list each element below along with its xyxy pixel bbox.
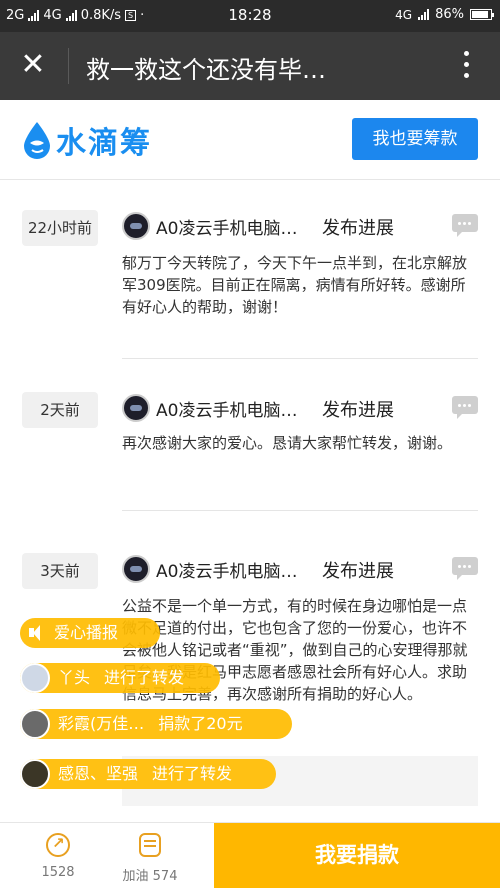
- action-label: 发布进展: [322, 561, 394, 582]
- user-name[interactable]: A0凌云手机电脑…: [156, 214, 297, 239]
- action-label: 发布进展: [322, 218, 394, 239]
- avatar: [20, 663, 50, 693]
- logo: 水滴筹: [22, 118, 152, 162]
- title-bar: ✕ 救一救这个还没有毕…: [0, 32, 500, 100]
- cheer-label: 加油 574: [122, 869, 178, 884]
- broadcast-item: 丫头 进行了转发: [20, 663, 220, 693]
- avatar: [20, 709, 50, 739]
- fist-icon: [139, 833, 161, 857]
- update-text: 郁万丁今天转院了，今天下午一点半到，在北京解放军309医院。目前正在隔离，病情有…: [122, 254, 468, 316]
- comment-icon[interactable]: [452, 214, 478, 237]
- avatar[interactable]: [122, 555, 150, 583]
- user-name[interactable]: A0凌云手机电脑…: [156, 396, 297, 421]
- avatar: [20, 759, 50, 789]
- time-badge: 2天前: [22, 392, 98, 428]
- app-header: 水滴筹 我也要筹款: [0, 100, 500, 180]
- share-icon: [46, 833, 70, 857]
- broadcast-item: 感恩、坚强 进行了转发: [20, 759, 276, 789]
- share-count: 1528: [41, 865, 75, 880]
- brand-name: 水滴筹: [56, 126, 152, 161]
- start-fundraising-button[interactable]: 我也要筹款: [352, 118, 478, 160]
- broadcast-event: 进行了转发: [104, 668, 185, 687]
- broadcast-name: 感恩、坚强: [58, 764, 139, 783]
- bottom-bar: 1528 加油 574 我要捐款: [0, 822, 500, 888]
- broadcast-name: 丫头: [58, 668, 91, 687]
- status-bar: 2G 4G 0.8K/s S · 18:28 4G 86%: [0, 0, 500, 32]
- close-icon[interactable]: ✕: [18, 50, 48, 80]
- divider: [122, 358, 478, 359]
- broadcast-title: 爱心播报: [54, 623, 119, 642]
- broadcast-header-pill: 爱心播报: [20, 618, 160, 648]
- battery-icon: [470, 9, 494, 20]
- title-divider: [68, 48, 69, 84]
- comment-icon[interactable]: [452, 557, 478, 580]
- page-title: 救一救这个还没有毕…: [86, 56, 326, 84]
- network-4g-label: 4G: [395, 7, 413, 22]
- share-button[interactable]: 1528: [18, 831, 98, 880]
- battery-percent: 86%: [435, 7, 464, 22]
- more-vertical-icon[interactable]: [464, 51, 470, 84]
- update-text: 再次感谢大家的爱心。恳请大家帮忙转发，谢谢。: [122, 434, 453, 452]
- broadcast-event: 捐款了20元: [158, 714, 243, 733]
- time-badge: 22小时前: [22, 210, 98, 246]
- time-badge: 3天前: [22, 553, 98, 589]
- cheer-button[interactable]: 加油 574: [110, 831, 190, 884]
- speaker-icon: [20, 618, 50, 648]
- broadcast-name: 彩霞(万佳…: [58, 714, 145, 733]
- broadcast-event: 进行了转发: [152, 764, 233, 783]
- broadcast-item: 彩霞(万佳… 捐款了20元: [20, 709, 292, 739]
- action-label: 发布进展: [322, 400, 394, 421]
- avatar[interactable]: [122, 212, 150, 240]
- donate-button[interactable]: 我要捐款: [214, 823, 500, 888]
- avatar[interactable]: [122, 394, 150, 422]
- divider: [122, 510, 478, 511]
- water-drop-icon: [24, 122, 50, 159]
- screen: 2G 4G 0.8K/s S · 18:28 4G 86% ✕ 救一救这个还没有…: [0, 0, 500, 888]
- comment-icon[interactable]: [452, 396, 478, 419]
- signal-icon: [418, 9, 430, 20]
- user-name[interactable]: A0凌云手机电脑…: [156, 557, 297, 582]
